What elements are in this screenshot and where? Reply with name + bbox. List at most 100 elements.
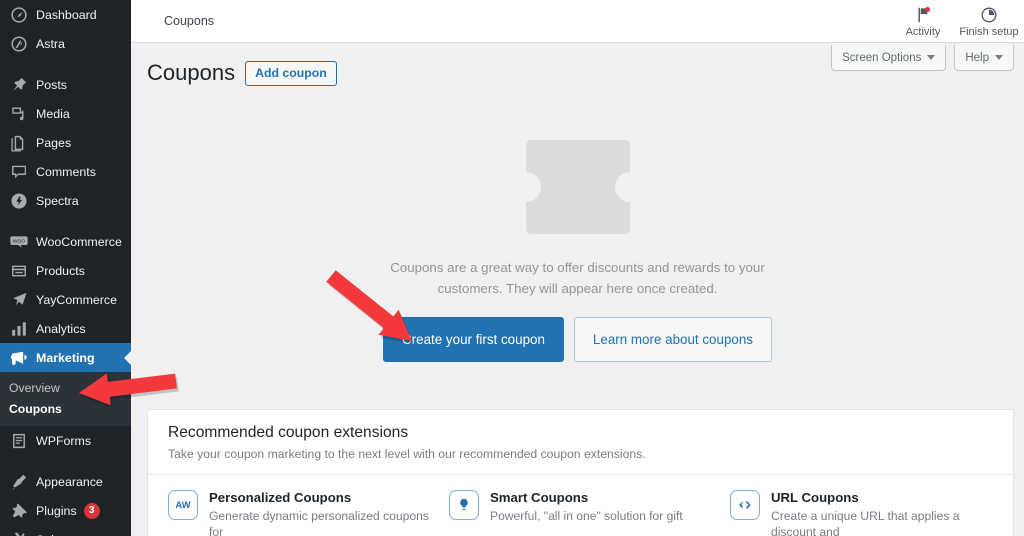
sidebar-item-wpforms[interactable]: WPForms	[0, 426, 131, 455]
extensions-card-header: Recommended coupon extensions Take your …	[148, 410, 1013, 475]
sidebar-item-label: Comments	[36, 164, 96, 179]
flag-icon	[914, 6, 932, 24]
extension-item[interactable]: URL Coupons Create a unique URL that appl…	[730, 490, 993, 536]
page-title: Coupons	[147, 60, 236, 85]
sidebar-item-yaycommerce[interactable]: YayCommerce	[0, 285, 131, 314]
pages-icon	[9, 133, 29, 153]
progress-circle-icon	[980, 6, 998, 24]
help-button[interactable]: Help	[954, 45, 1014, 71]
sidebar-item-spectra[interactable]: Spectra	[0, 186, 131, 215]
sidebar-subitem-coupons[interactable]: Coupons	[0, 398, 131, 419]
sidebar-item-label: Media	[36, 106, 70, 121]
sidebar-item-dashboard[interactable]: Dashboard	[0, 0, 131, 29]
sidebar-item-label: Snippets	[36, 533, 84, 536]
sidebar-submenu-marketing: Overview Coupons	[0, 372, 131, 426]
adminbar-action-label: Finish setup	[959, 26, 1019, 38]
products-icon	[9, 261, 29, 281]
astra-icon	[9, 34, 29, 54]
empty-state-message: Coupons are a great way to offer discoun…	[390, 260, 765, 296]
plugins-update-badge: 3	[83, 502, 100, 519]
sidebar-item-label: Analytics	[36, 321, 86, 336]
sidebar-item-pages[interactable]: Pages	[0, 128, 131, 157]
sidebar-item-label: Products	[36, 263, 85, 278]
sidebar-separator	[0, 58, 131, 70]
sidebar-item-label: Spectra	[36, 193, 79, 208]
meta-button-label: Help	[965, 51, 989, 64]
adminbar-activity[interactable]: Activity	[892, 2, 954, 38]
media-icon	[9, 104, 29, 124]
extensions-title: Recommended coupon extensions	[168, 424, 409, 441]
extension-description: Powerful, "all in one" solution for gift	[490, 509, 683, 523]
extension-name: Smart Coupons	[490, 490, 589, 505]
sidebar-item-label: Posts	[36, 77, 67, 92]
dashboard-icon	[9, 5, 29, 25]
sidebar-separator	[0, 215, 131, 227]
megaphone-icon	[9, 348, 29, 368]
notification-dot	[925, 7, 930, 12]
learn-more-about-coupons-button[interactable]: Learn more about coupons	[573, 317, 772, 363]
pin-icon	[9, 75, 29, 95]
sidebar-item-label: WPForms	[36, 433, 92, 448]
sidebar-item-media[interactable]: Media	[0, 99, 131, 128]
sidebar-item-snippets[interactable]: Snippets	[0, 525, 131, 536]
lightbulb-icon	[449, 490, 479, 520]
extension-description: Create a unique URL that applies a disco…	[771, 509, 960, 536]
woocommerce-icon: WOO	[9, 232, 29, 252]
sidebar-subitem-overview[interactable]: Overview	[0, 377, 131, 398]
aw-badge-icon: AW	[168, 490, 198, 520]
comments-icon	[9, 162, 29, 182]
empty-state: Coupons are a great way to offer discoun…	[131, 140, 1024, 363]
screen-options-button[interactable]: Screen Options	[831, 45, 947, 71]
chevron-down-icon	[927, 55, 936, 60]
create-first-coupon-button[interactable]: Create your first coupon	[383, 317, 564, 363]
empty-state-actions: Create your first coupon Learn more abou…	[383, 317, 772, 363]
admin-sidebar: Dashboard Astra Posts Media Pages Comments Spe…	[0, 0, 131, 536]
adminbar-site-title[interactable]: Coupons	[164, 14, 214, 28]
sidebar-item-label: Marketing	[36, 350, 95, 365]
analytics-icon	[9, 319, 29, 339]
sidebar-item-label: Appearance	[36, 474, 103, 489]
spectra-icon	[9, 191, 29, 211]
adminbar-action-label: Activity	[905, 26, 941, 38]
extension-item[interactable]: AW Personalized Coupons Generate dynamic p…	[168, 490, 431, 536]
meta-button-label: Screen Options	[842, 51, 922, 64]
sidebar-item-appearance[interactable]: Appearance	[0, 467, 131, 496]
adminbar-actions: Activity Finish setup	[892, 2, 1020, 38]
plugins-icon	[9, 501, 29, 521]
sidebar-item-analytics[interactable]: Analytics	[0, 314, 131, 343]
sidebar-item-label: Astra	[36, 36, 65, 51]
sidebar-separator	[0, 455, 131, 467]
sidebar-item-products[interactable]: Products	[0, 256, 131, 285]
snippets-icon	[9, 530, 29, 536]
appearance-icon	[9, 472, 29, 492]
wpforms-icon	[9, 431, 29, 451]
sidebar-item-label: Pages	[36, 135, 72, 150]
sidebar-item-label: Plugins	[36, 503, 77, 518]
add-coupon-button[interactable]: Add coupon	[245, 60, 337, 86]
adminbar-finish-setup[interactable]: Finish setup	[958, 2, 1020, 38]
sidebar-item-woocommerce[interactable]: WOO WooCommerce	[0, 227, 131, 256]
recommended-extensions-card: Recommended coupon extensions Take your …	[147, 409, 1014, 536]
sidebar-item-comments[interactable]: Comments	[0, 157, 131, 186]
page-heading: Coupons Add coupon	[147, 60, 337, 86]
sidebar-item-label: YayCommerce	[36, 292, 118, 307]
extension-description: Generate dynamic personalized coupons fo…	[209, 509, 429, 536]
link-icon	[730, 490, 760, 520]
admin-bar: Coupons Activity Finish setup	[131, 0, 1024, 43]
screen-meta-buttons: Screen Options Help	[831, 45, 1014, 71]
sidebar-item-label: Dashboard	[36, 7, 97, 22]
admin-screen: Dashboard Astra Posts Media Pages Comments Spe…	[0, 0, 1024, 536]
chevron-down-icon	[995, 55, 1003, 60]
extension-name: Personalized Coupons	[209, 490, 352, 505]
extension-item[interactable]: Smart Coupons Powerful, "all in one" solu…	[449, 490, 712, 536]
extension-name: URL Coupons	[771, 490, 859, 505]
sidebar-item-label: WooCommerce	[36, 234, 122, 249]
yaycommerce-icon	[9, 290, 29, 310]
extensions-subtitle: Take your coupon marketing to the next l…	[168, 447, 646, 461]
extensions-list: AW Personalized Coupons Generate dynamic p…	[148, 475, 1013, 536]
sidebar-item-astra[interactable]: Astra	[0, 29, 131, 58]
sidebar-item-marketing[interactable]: Marketing	[0, 343, 131, 372]
sidebar-item-plugins[interactable]: Plugins 3	[0, 496, 131, 525]
svg-text:WOO: WOO	[13, 238, 25, 244]
sidebar-item-posts[interactable]: Posts	[0, 70, 131, 99]
